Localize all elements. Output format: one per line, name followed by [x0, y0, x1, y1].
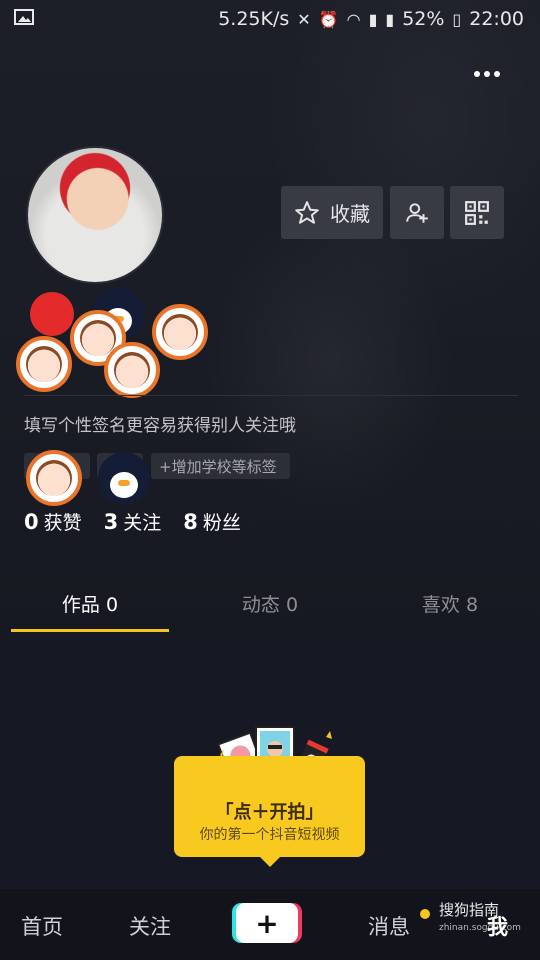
battery-icon: ▯	[452, 9, 462, 29]
add-school-tag[interactable]: +增加学校等标签	[151, 453, 290, 479]
bottom-navigation: 首页 关注 + 消息 搜狗指南 zhinan.sogou.com 我	[0, 889, 540, 960]
qr-code-button[interactable]	[450, 186, 504, 239]
likes-stat[interactable]: 0 获赞	[24, 508, 82, 535]
followers-count: 8	[183, 510, 198, 534]
face-sticker-icon	[26, 450, 82, 506]
tab-likes[interactable]: 喜欢 8	[360, 585, 540, 633]
favorite-label: 收藏	[330, 202, 370, 226]
favorite-button[interactable]: 收藏	[281, 186, 383, 239]
likes-count: 0	[24, 510, 39, 534]
create-video-button[interactable]: +	[236, 903, 298, 943]
add-user-icon	[406, 202, 428, 223]
following-count: 3	[103, 510, 119, 534]
cta-subtitle: 你的第一个抖音短视频	[199, 827, 340, 843]
divider	[24, 395, 518, 396]
tab-works[interactable]: 作品 0	[0, 585, 180, 633]
nav-me[interactable]: 我	[487, 911, 508, 941]
wifi-icon: ◠	[346, 9, 361, 29]
nav-home[interactable]: 首页	[21, 911, 63, 941]
cta-title: 「点＋开拍」	[215, 802, 324, 823]
mute-icon: ✕	[297, 9, 311, 29]
stats-row: 0 获赞 3 关注 8 粉丝	[24, 508, 241, 535]
star-icon	[295, 200, 319, 224]
followers-stat[interactable]: 8 粉丝	[183, 508, 241, 535]
status-right: 5.25K/s ✕ ⏰ ◠ ▮ ▮ 52% ▯ 22:00	[218, 6, 524, 32]
face-sticker-icon	[16, 336, 72, 392]
qr-code-icon	[465, 200, 489, 225]
following-label: 关注	[123, 512, 162, 534]
active-tab-indicator	[11, 629, 169, 632]
watermark-url: zhinan.sogou.com	[439, 923, 521, 933]
gallery-icon	[14, 9, 34, 25]
clock: 22:00	[469, 8, 524, 30]
network-speed: 5.25K/s	[218, 8, 290, 30]
followers-label: 粉丝	[202, 512, 241, 534]
notification-dot	[420, 909, 430, 919]
alarm-icon: ⏰	[318, 9, 339, 29]
tab-activity[interactable]: 动态 0	[180, 585, 360, 633]
plus-icon: +	[255, 906, 279, 940]
signal-icon-2: ▮	[385, 9, 395, 29]
avatar[interactable]	[26, 146, 164, 284]
face-sticker-icon	[152, 304, 208, 360]
red-bird-sticker	[30, 292, 74, 336]
signature-prompt[interactable]: 填写个性签名更容易获得别人关注哦	[24, 411, 296, 436]
more-options-icon[interactable]	[474, 63, 502, 85]
nav-messages[interactable]: 消息	[368, 911, 410, 941]
penguin-sticker	[98, 452, 150, 504]
status-bar: 5.25K/s ✕ ⏰ ◠ ▮ ▮ 52% ▯ 22:00	[0, 0, 540, 38]
battery-percent: 52%	[402, 8, 445, 30]
profile-tabs: 作品 0 动态 0 喜欢 8	[0, 585, 540, 633]
face-sticker-icon	[104, 342, 160, 398]
create-first-video-prompt[interactable]: 「点＋开拍」 你的第一个抖音短视频	[174, 756, 365, 867]
following-stat[interactable]: 3 关注	[104, 508, 162, 535]
add-friend-button[interactable]	[390, 186, 444, 239]
signal-icon: ▮	[368, 9, 378, 29]
nav-follow[interactable]: 关注	[129, 911, 171, 941]
likes-label: 获赞	[43, 512, 82, 534]
